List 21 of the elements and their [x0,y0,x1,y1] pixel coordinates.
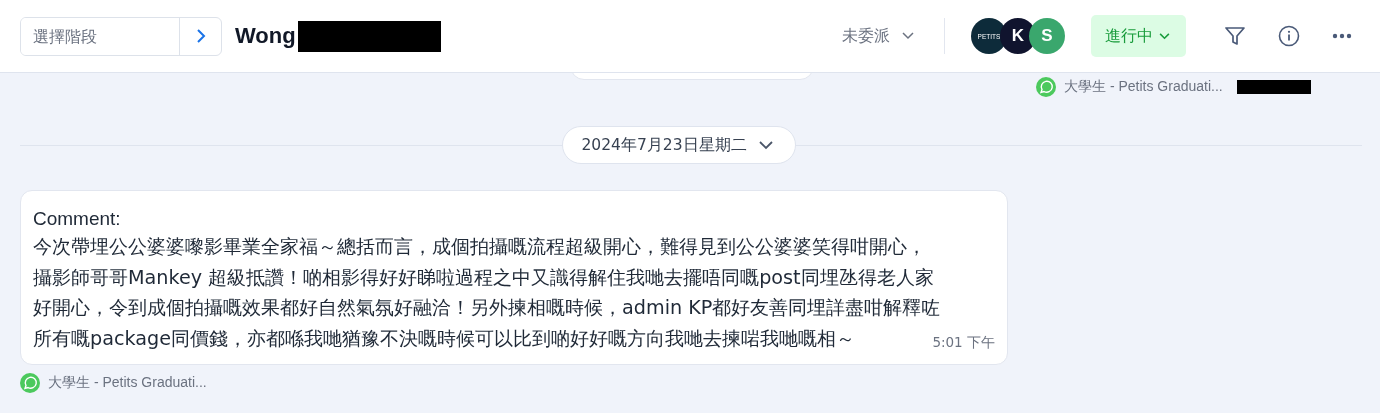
stage-select-field[interactable]: 選擇階段 [20,16,222,56]
chevron-down-icon [758,140,773,150]
whatsapp-icon [1036,77,1056,97]
channel-source: 大學生 - Petits Graduati... [1064,78,1223,96]
message-text-line: 好開心，令到成個拍攝嘅效果都好自然氣氛好融洽！另外揀相嘅時候，admin KP都好友善同埋詳盡咁解釋咗 [33,295,941,321]
info-icon[interactable] [1278,25,1300,47]
message-text-line: 攝影師哥哥Mankey 超級抵讚！啲相影得好好睇啦過程之中又識得解住我哋去擺唔同嘅post同埋氹得老人家 [33,264,934,291]
filter-icon[interactable] [1224,25,1246,47]
whatsapp-icon [20,373,40,393]
contact-name: Wong [235,23,296,49]
chevron-down-icon [902,32,914,40]
more-icon[interactable] [1332,33,1352,39]
channel-source: 大學生 - Petits Graduati... [48,374,207,392]
assignee-dropdown[interactable]: 未委派 [842,25,914,47]
chevron-right-icon[interactable] [195,28,206,44]
message-text-line: 今次帶埋公公婆婆嚟影畢業全家福～總括而言，成個拍攝嘅流程超級開心，難得見到公公婆婆笑得咁開心， [33,234,926,260]
message-time: 5:01 下午 [932,334,995,352]
message-text-line: Comment: [33,207,121,231]
message-text-line: 所有嘅package同價錢，亦都喺我哋猶豫不決嘅時候可以比到啲好好嘅方向我哋去揀啱我哋嘅相～ [33,325,855,352]
date-divider-chip[interactable]: 2024年7月23日星期二 [562,126,796,164]
chevron-down-icon [1159,32,1170,40]
